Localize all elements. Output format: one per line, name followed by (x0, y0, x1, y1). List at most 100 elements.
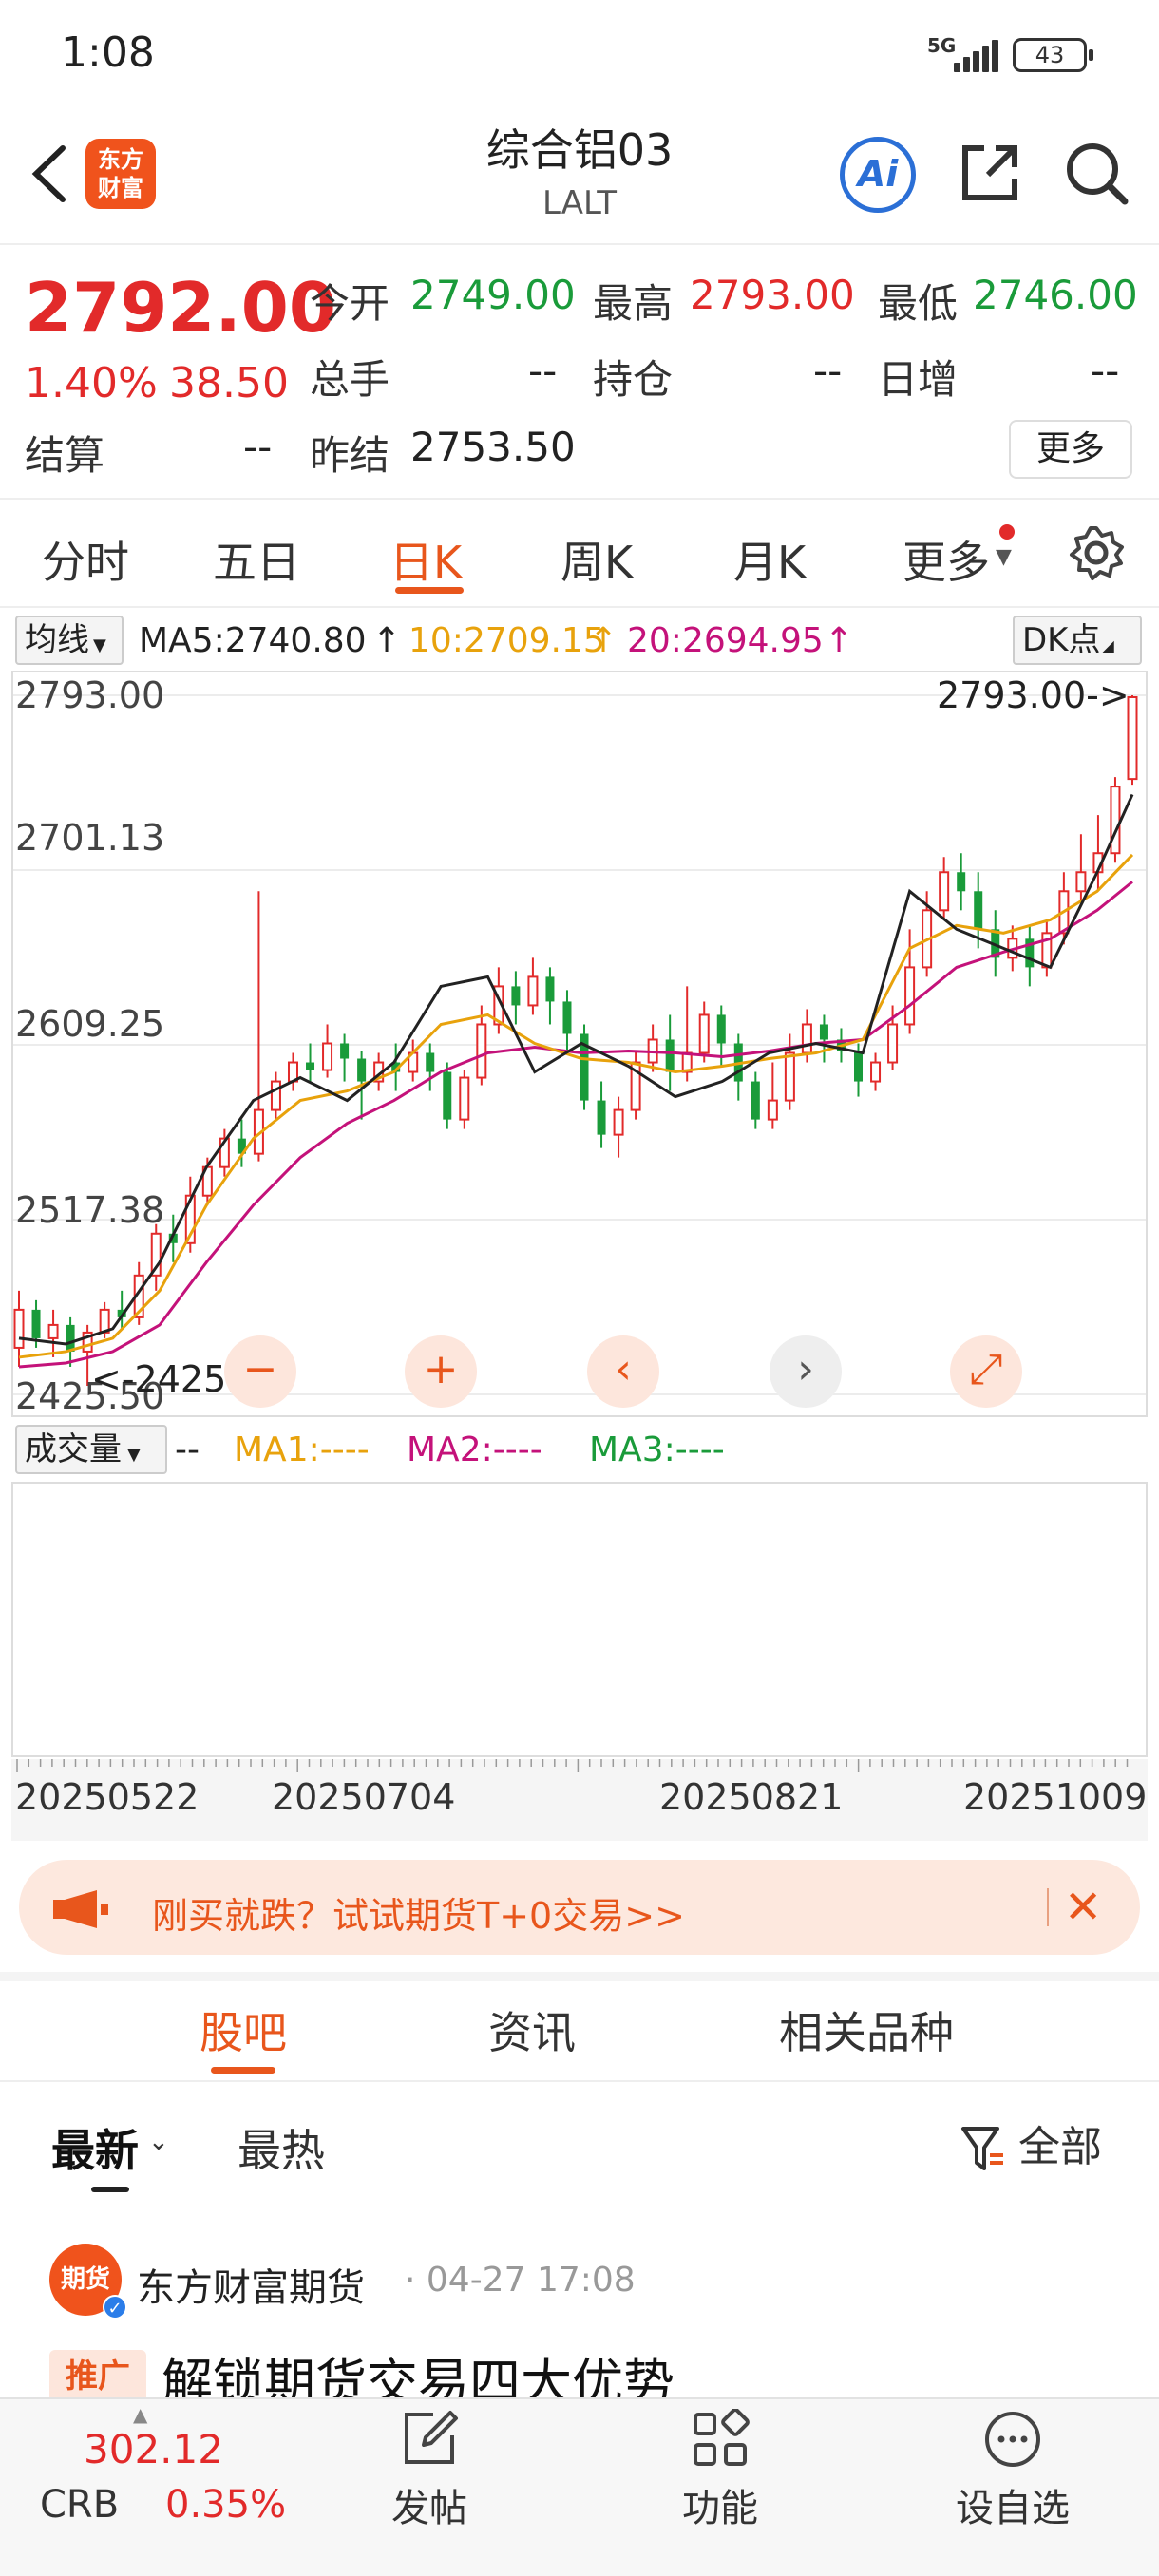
divider (0, 2080, 1159, 2082)
filter-all-button[interactable]: 全部 (960, 2112, 1102, 2174)
candle (698, 1001, 710, 1063)
megaphone-icon (53, 1890, 108, 1928)
candle (904, 929, 916, 1034)
search-icon[interactable] (1062, 139, 1130, 207)
nav-functions[interactable]: 功能 (625, 2409, 815, 2532)
filter-icon (961, 2127, 1003, 2170)
candle (306, 1043, 315, 1082)
tab-related[interactable]: 相关品种 (779, 1998, 954, 2061)
volume-chart[interactable] (11, 1482, 1148, 1757)
section-divider (0, 1972, 1159, 1981)
candle (939, 857, 950, 920)
instrument-code: LALT (542, 184, 617, 222)
zoom-out-button[interactable]: − (224, 1335, 296, 1408)
ma5-value: MA5:2740.80 (139, 621, 367, 660)
high-label: 最高 (593, 280, 674, 327)
scroll-right-button[interactable]: › (770, 1335, 842, 1408)
candle (613, 1096, 624, 1158)
candle (13, 1290, 25, 1367)
signal-icon (950, 40, 999, 72)
filter-hot[interactable]: 最热 (238, 2116, 325, 2179)
tab-intraday[interactable]: 分时 (42, 528, 129, 591)
active-tab-indicator (211, 2067, 276, 2074)
close-icon[interactable]: ✕ (1064, 1881, 1102, 1934)
candle (150, 1223, 162, 1291)
scroll-left-button[interactable]: ‹ (587, 1335, 659, 1408)
high-value: 2793.00 (690, 272, 855, 318)
candle (340, 1033, 350, 1082)
open-value: 2749.00 (410, 272, 576, 318)
ma20-line (18, 881, 1133, 1369)
candle (426, 1043, 435, 1091)
x-tick-label: 20251009 (963, 1776, 1148, 1818)
candle (443, 1062, 452, 1129)
volume-selector[interactable]: 成交量 ▼ (15, 1425, 167, 1474)
post-author[interactable]: 东方财富期货 (137, 2257, 365, 2312)
status-bar: 1:08 5G 43 (0, 0, 1159, 104)
fullscreen-button[interactable]: ⤢ (950, 1335, 1022, 1408)
open-interest-label: 持仓 (593, 356, 674, 403)
open-interest-value: -- (813, 348, 843, 394)
candle (767, 1062, 778, 1129)
ai-assistant-icon[interactable]: Ai (840, 137, 916, 213)
filter-all-label: 全部 (1018, 2123, 1102, 2171)
nav-add-watchlist[interactable]: 设自选 (918, 2409, 1108, 2532)
share-icon[interactable] (956, 139, 1024, 207)
tab-weekly-k[interactable]: 周K (560, 528, 633, 591)
divider (1047, 1888, 1049, 1926)
dk-point-label: DK点 (1022, 621, 1101, 659)
active-filter-indicator (91, 2187, 129, 2192)
tab-five-day[interactable]: 五日 (213, 528, 300, 591)
y-tick-label: 2609.25 (15, 1003, 165, 1045)
arrow-up-icon: ↑ (825, 621, 854, 660)
candle (957, 853, 966, 911)
volume-value: -- (175, 1430, 200, 1469)
notification-dot (999, 524, 1015, 540)
daily-change-label: 日增 (878, 356, 959, 403)
tab-monthly-k[interactable]: 月K (733, 528, 806, 591)
promo-banner[interactable]: 刚买就跌？试试期货T+0交易>> ✕ (19, 1860, 1140, 1955)
low-value: 2746.00 (973, 272, 1138, 318)
more-dots-icon (985, 2412, 1040, 2467)
tab-forum[interactable]: 股吧 (200, 1998, 287, 2061)
edit-icon (405, 2411, 458, 2464)
kline-chart[interactable] (11, 671, 1148, 1417)
nav-post[interactable]: 发帖 (334, 2409, 524, 2532)
divider (0, 498, 1159, 500)
promo-tag: 推广 (49, 2350, 146, 2403)
zoom-in-button[interactable]: + (405, 1335, 477, 1408)
indicator-selector[interactable]: 均线 ▼ (15, 616, 124, 665)
candle (511, 971, 521, 1025)
change-percent: 1.40% (25, 359, 158, 407)
ma10-line (18, 853, 1134, 1359)
dk-point-selector[interactable]: DK点 ◢ (1013, 616, 1142, 665)
candle (287, 1052, 298, 1091)
candle (322, 1024, 333, 1078)
daily-change-value: -- (1091, 348, 1120, 394)
back-icon[interactable] (21, 141, 78, 220)
app-logo[interactable]: 东方财富 (86, 139, 156, 209)
filter-latest[interactable]: 最新 (51, 2116, 139, 2179)
prev-settlement-value: 2753.50 (410, 424, 576, 470)
candle (750, 1071, 760, 1129)
status-time: 1:08 (61, 28, 155, 77)
tab-daily-k[interactable]: 日K (390, 528, 462, 591)
low-label: 最低 (878, 280, 959, 327)
gear-icon[interactable] (1068, 524, 1125, 581)
tab-news[interactable]: 资讯 (488, 1998, 576, 2061)
candle (253, 891, 264, 1162)
last-price: 2792.00 (25, 268, 336, 348)
candle (819, 1014, 828, 1063)
more-quote-button[interactable]: 更多 (1009, 420, 1132, 479)
x-tick-label: 20250522 (15, 1776, 200, 1818)
x-tick-label: 20250821 (659, 1776, 844, 1818)
instrument-title: 综合铝03 (485, 124, 674, 176)
crb-value[interactable]: 302.12 (84, 2426, 223, 2472)
app-logo-text: 东方财富 (98, 146, 143, 201)
indicator-selector-label: 均线 (25, 621, 89, 659)
kline-plot (13, 694, 1146, 1395)
candle (1110, 777, 1121, 863)
vol-ma3: MA3:---- (589, 1430, 725, 1469)
candle (1075, 834, 1087, 901)
tab-more[interactable]: 更多 (902, 528, 990, 591)
